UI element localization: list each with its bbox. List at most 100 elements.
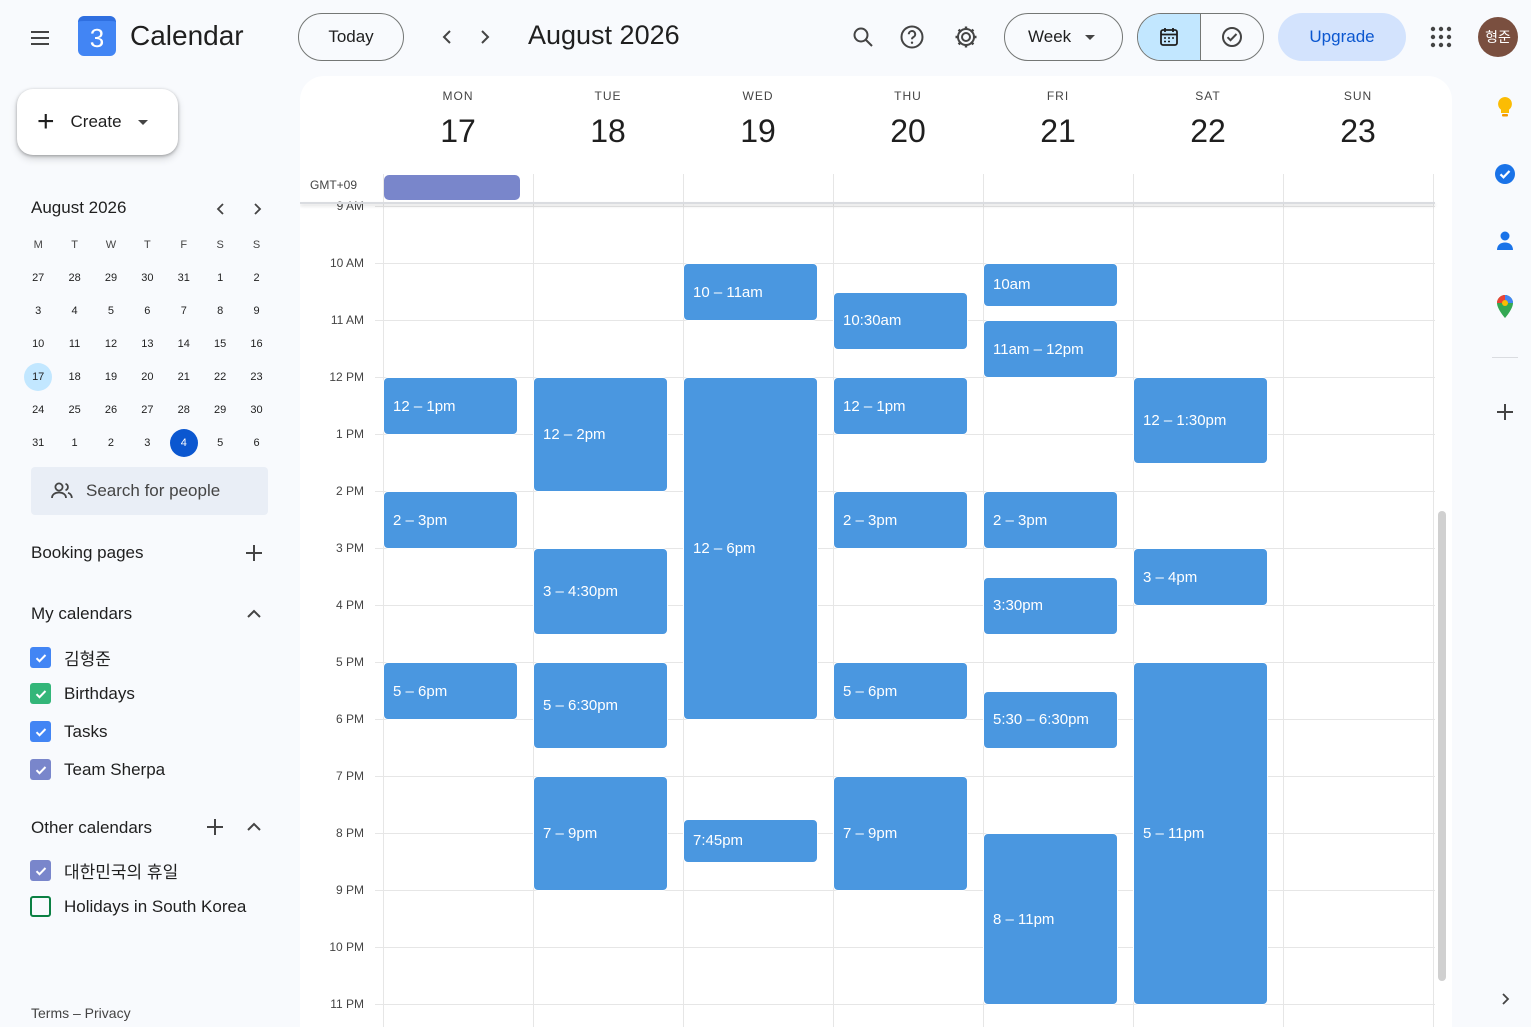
day-header[interactable]: SUN 23 [1283,76,1433,150]
add-addon-icon[interactable] [1490,397,1520,427]
search-icon[interactable] [845,19,881,55]
main-menu-icon[interactable] [22,20,58,56]
day-number[interactable]: 19 [683,113,833,150]
mini-calendar-day[interactable]: 31 [166,261,202,294]
mini-calendar-day[interactable]: 18 [56,360,92,393]
maps-icon[interactable] [1490,292,1520,322]
create-button[interactable]: + Create [17,89,178,155]
mini-calendar-next-icon[interactable] [244,196,270,222]
calendar-event[interactable]: 5:30 – 6:30pm [983,690,1118,749]
other-calendars-title[interactable]: Other calendars [31,818,152,838]
calendar-event[interactable]: 3:30pm [983,576,1118,635]
mini-calendar-day[interactable]: 12 [93,327,129,360]
mini-calendar-day[interactable]: 20 [129,360,165,393]
calendar-event[interactable]: 12 – 6pm [683,377,818,720]
mini-calendar-day[interactable]: 4 [56,294,92,327]
next-week-icon[interactable] [468,20,502,54]
mini-calendar-day[interactable]: 6 [238,426,274,459]
calendar-event[interactable]: 3 – 4:30pm [533,548,668,635]
mini-calendar-day[interactable]: 30 [129,261,165,294]
mini-calendar-day[interactable]: 15 [202,327,238,360]
mini-calendar-day[interactable]: 1 [56,426,92,459]
add-booking-page-icon[interactable] [240,539,268,567]
calendar-event[interactable]: 5 – 11pm [1133,662,1268,1005]
mini-calendar-day[interactable]: 27 [20,261,56,294]
account-avatar[interactable]: 형준 [1478,17,1518,57]
calendar-event[interactable]: 2 – 3pm [383,491,518,549]
mini-calendar-day[interactable]: 4 [166,426,202,459]
calendar-item[interactable]: Team Sherpa [30,759,165,780]
calendar-item[interactable]: Birthdays [30,683,135,704]
mini-calendar-day[interactable]: 14 [166,327,202,360]
mini-calendar-day[interactable]: 13 [129,327,165,360]
mini-calendar-day[interactable]: 3 [20,294,56,327]
calendar-event[interactable]: 7 – 9pm [833,776,968,891]
mini-calendar-day[interactable]: 10 [20,327,56,360]
calendar-event[interactable]: 12 – 1:30pm [1133,377,1268,464]
mini-calendar-day[interactable]: 3 [129,426,165,459]
calendar-view-icon[interactable] [1138,14,1201,60]
calendar-event[interactable]: 7:45pm [683,818,818,863]
calendar-item[interactable]: 대한민국의 휴일 [30,858,178,883]
my-calendars-title[interactable]: My calendars [31,604,132,624]
today-button[interactable]: Today [298,13,404,61]
day-number[interactable]: 20 [833,113,983,150]
calendar-checkbox[interactable] [30,860,51,881]
calendar-item[interactable]: Tasks [30,721,107,742]
chevron-up-icon[interactable] [240,813,268,841]
mini-calendar-day[interactable]: 25 [56,393,92,426]
calendar-checkbox[interactable] [30,647,51,668]
mini-calendar-day[interactable]: 2 [93,426,129,459]
day-number[interactable]: 22 [1133,113,1283,150]
calendar-item[interactable]: 김형준 [30,645,111,670]
calendar-event[interactable]: 11am – 12pm [983,320,1118,378]
help-icon[interactable] [894,19,930,55]
settings-gear-icon[interactable] [948,19,984,55]
mini-calendar-day[interactable]: 1 [202,261,238,294]
contacts-icon[interactable] [1490,226,1520,256]
mini-calendar-day[interactable]: 31 [20,426,56,459]
mini-calendar-day[interactable]: 24 [20,393,56,426]
day-header[interactable]: TUE 18 [533,76,683,150]
calendar-event[interactable]: 2 – 3pm [983,491,1118,549]
day-header[interactable]: THU 20 [833,76,983,150]
previous-week-icon[interactable] [430,20,464,54]
calendar-event[interactable]: 5 – 6:30pm [533,662,668,749]
day-header[interactable]: WED 19 [683,76,833,150]
mini-calendar-day[interactable]: 5 [93,294,129,327]
google-apps-icon[interactable] [1423,19,1459,55]
day-header[interactable]: MON 17 [383,76,533,150]
mini-calendar-day[interactable]: 19 [93,360,129,393]
expand-side-panel-icon[interactable] [1490,984,1520,1014]
mini-calendar-day[interactable]: 21 [166,360,202,393]
upgrade-button[interactable]: Upgrade [1278,13,1406,61]
tasks-icon[interactable] [1490,159,1520,189]
day-number[interactable]: 23 [1283,113,1433,150]
calendar-checkbox[interactable] [30,683,51,704]
calendar-event[interactable]: 5 – 6pm [833,662,968,720]
calendar-event[interactable]: 10am [983,263,1118,307]
tasks-view-icon[interactable] [1201,14,1263,60]
calendar-event[interactable]: 10:30am [833,291,968,350]
day-number[interactable]: 17 [383,113,533,150]
mini-calendar-day[interactable]: 17 [20,360,56,393]
calendar-event[interactable]: 3 – 4pm [1133,548,1268,606]
calendar-event[interactable]: 5 – 6pm [383,662,518,720]
calendar-event[interactable]: 12 – 2pm [533,377,668,492]
mini-calendar-day[interactable]: 16 [238,327,274,360]
calendar-checkbox[interactable] [30,759,51,780]
day-header[interactable]: SAT 22 [1133,76,1283,150]
mini-calendar-day[interactable]: 26 [93,393,129,426]
mini-calendar-day[interactable]: 27 [129,393,165,426]
calendar-event[interactable]: 2 – 3pm [833,491,968,549]
mini-calendar-day[interactable]: 8 [202,294,238,327]
day-number[interactable]: 21 [983,113,1133,150]
mini-calendar-day[interactable]: 6 [129,294,165,327]
mini-calendar-day[interactable]: 29 [93,261,129,294]
mini-calendar-day[interactable]: 30 [238,393,274,426]
day-header[interactable]: FRI 21 [983,76,1133,150]
terms-privacy-link[interactable]: Terms – Privacy [31,1005,131,1021]
day-number[interactable]: 18 [533,113,683,150]
calendar-event[interactable]: 12 – 1pm [383,377,518,435]
view-selector[interactable]: Week [1004,13,1123,61]
